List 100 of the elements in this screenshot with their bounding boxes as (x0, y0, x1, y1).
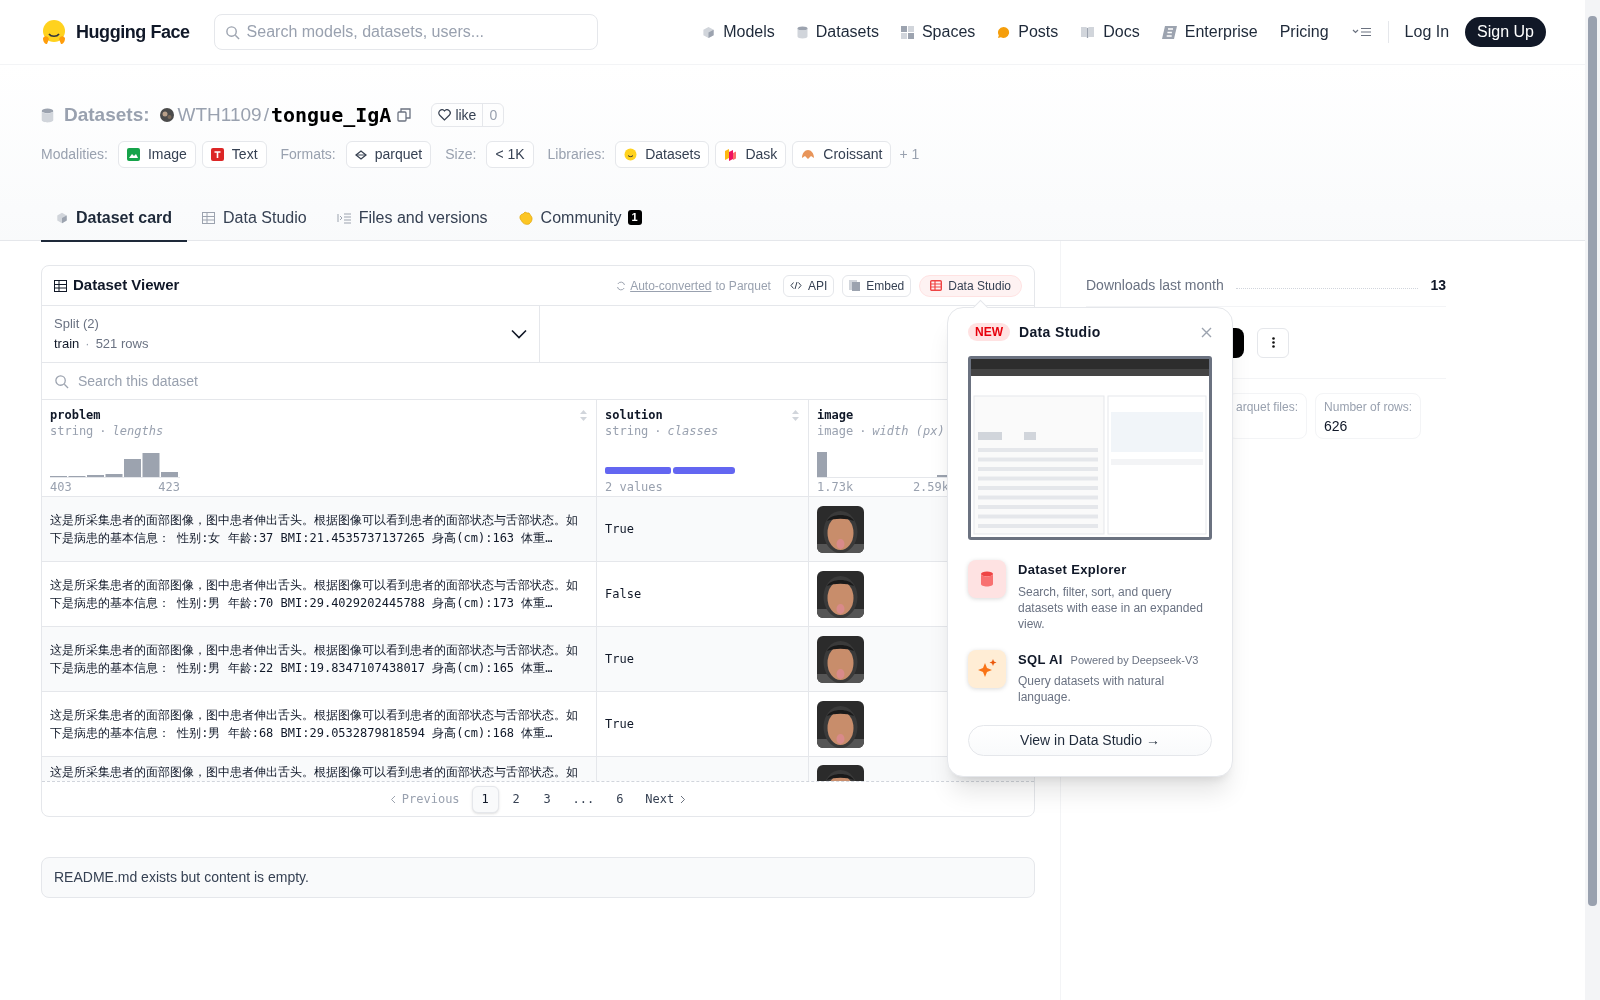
sparkles-icon (968, 649, 1006, 688)
tab[interactable]: Files and versions (321, 195, 503, 242)
axis-max-label: 2.59k (912, 479, 949, 496)
column-stat: width (px) (872, 423, 945, 440)
refresh-icon (616, 280, 627, 291)
nav-link[interactable]: Pricing (1268, 20, 1340, 44)
column-name: image (817, 408, 854, 423)
toolbar-button[interactable]: Data Studio (919, 274, 1022, 297)
page-link[interactable]: 2 (502, 785, 530, 813)
chevron-left-icon (389, 794, 396, 804)
stacked-panels-icon (724, 148, 738, 161)
tag-group-label: Size: (445, 145, 477, 164)
menu-icon (1351, 27, 1372, 37)
dataset-name: tongue_IgA (270, 102, 392, 129)
toolbar-button[interactable]: Embed (842, 274, 912, 297)
table-cell-text: False (605, 586, 642, 603)
tag[interactable]: Image (117, 141, 196, 168)
book-icon (1080, 26, 1096, 38)
page-link[interactable]: 6 (606, 785, 634, 813)
search-icon (54, 374, 69, 389)
section-label: Datasets: (64, 102, 150, 127)
sort-icon (579, 409, 588, 422)
readme-notice: README.md exists but content is empty. (41, 857, 1035, 898)
view-in-data-studio-button[interactable]: View in Data Studio → (968, 725, 1212, 756)
toolbar-button[interactable]: API (782, 274, 835, 297)
smiling-emoji-icon (624, 148, 638, 161)
column-type: string (605, 423, 649, 440)
nav-link[interactable]: Posts (986, 20, 1070, 44)
tab[interactable]: Community 1 (502, 195, 657, 242)
nav-link[interactable]: Datasets (785, 20, 890, 44)
site-name[interactable]: Hugging Face (76, 18, 190, 46)
tag[interactable]: Text (201, 141, 267, 168)
separator-dot: · (654, 423, 662, 440)
stat-label: arquet files: (1236, 399, 1299, 416)
axis-max-label: 423 (158, 479, 180, 496)
tag-group-label: Modalities: (41, 145, 108, 164)
column-stat: lengths (112, 423, 164, 440)
more-options-button[interactable] (1257, 327, 1289, 358)
table-cell-text: 这是所采集患者的面部图像，图中患者伸出舌头。根据图像可以看到患者的面部状态与舌部状态。如下是病患的基本信息： 性别:男 年龄:22 BMI:19.8347107438017 身高(cm):165 体重… (50, 642, 579, 677)
table-icon (54, 279, 67, 292)
heart-icon (438, 109, 452, 121)
log-in-link[interactable]: Log In (1404, 20, 1450, 44)
close-button[interactable] (1201, 326, 1212, 338)
page-link[interactable]: 3 (533, 785, 561, 813)
image-icon (126, 148, 140, 161)
feature-description: Query datasets with natural language. (1018, 673, 1166, 705)
nav-link[interactable]: Models (691, 20, 786, 44)
stat-label: Number of rows: (1324, 399, 1413, 416)
copy-icon (397, 108, 412, 122)
column-name: solution (605, 408, 663, 423)
column-type: image (817, 423, 854, 440)
croissant-icon (801, 148, 816, 161)
search-field[interactable]: Search models, datasets, users... (213, 14, 598, 50)
separator-dot: · (859, 423, 867, 440)
sign-up-button[interactable]: Sign Up (1465, 17, 1546, 47)
page-link[interactable]: ... (564, 785, 603, 813)
scrollbar[interactable] (1585, 0, 1600, 1000)
chevron-down-icon (511, 329, 527, 339)
tag[interactable]: parquet (345, 141, 432, 168)
count-badge: 1 (627, 210, 642, 225)
viewer-title: Dataset Viewer (73, 275, 180, 296)
table-icon (930, 280, 943, 291)
table-cell-text: 这是所采集患者的面部图像，图中患者伸出舌头。根据图像可以看到患者的面部状态与舌部状态。如下是病患的基本信息： 性别:男 年龄:68 BMI:29.0532879818594 身高(cm):168 体重… (50, 707, 579, 742)
kebab-icon (1271, 337, 1275, 348)
table-cell-text: True (605, 716, 634, 733)
nav-link[interactable]: Enterprise (1150, 20, 1269, 44)
tag-group-label: Libraries: (547, 145, 606, 164)
feature-description: Search, filter, sort, and query datasets with ease in an expanded view. (1018, 583, 1204, 632)
tag[interactable]: Dask (715, 141, 787, 168)
tag[interactable]: Datasets (615, 141, 710, 168)
tab[interactable]: Dataset card (41, 195, 188, 242)
axis-min-label: 1.73k (817, 479, 854, 496)
search-field[interactable]: Search this dataset (42, 363, 1034, 399)
table-cell-text: 这是所采集患者的面部图像，图中患者伸出舌头。根据图像可以看到患者的面部状态与舌部状态。如 (50, 764, 578, 781)
table-cell-text: True (605, 651, 634, 668)
page-link[interactable]: 1 (471, 785, 499, 813)
table-cell-text: 这是所采集患者的面部图像，图中患者伸出舌头。根据图像可以看到患者的面部状态与舌部状态。如下是病患的基本信息： 性别:男 年龄:70 BMI:29.4029202445788 身高(cm):173 体重… (50, 577, 579, 612)
split-selector[interactable]: Split (2) train · 521 rows (42, 306, 540, 362)
speech-bubble-icon (997, 25, 1011, 39)
path-separator: / (263, 102, 269, 127)
downloads-count: 13 (1430, 276, 1446, 295)
table-cell-text: True (605, 521, 634, 538)
nav-link[interactable]: Docs (1069, 20, 1151, 44)
like-button[interactable]: like (432, 104, 483, 126)
column-stat: classes (667, 423, 719, 440)
next-link[interactable]: Next (637, 790, 695, 808)
nav-link[interactable]: Spaces (889, 20, 987, 44)
cube-icon (56, 211, 68, 224)
tag[interactable]: < 1K (486, 141, 534, 168)
tag[interactable]: Croissant (792, 141, 892, 168)
cube-icon (702, 25, 716, 39)
code-icon (789, 281, 802, 290)
slanted-card-icon (1161, 25, 1177, 39)
pages-icon (849, 280, 861, 291)
file-list-icon (336, 211, 351, 224)
column-type: string (50, 423, 94, 440)
feature-note: Powered by Deepseek-V3 (1070, 652, 1199, 668)
tab[interactable]: Data Studio (187, 195, 322, 242)
feature-title: SQL AI (1018, 650, 1063, 669)
avatar-icon (159, 108, 174, 122)
